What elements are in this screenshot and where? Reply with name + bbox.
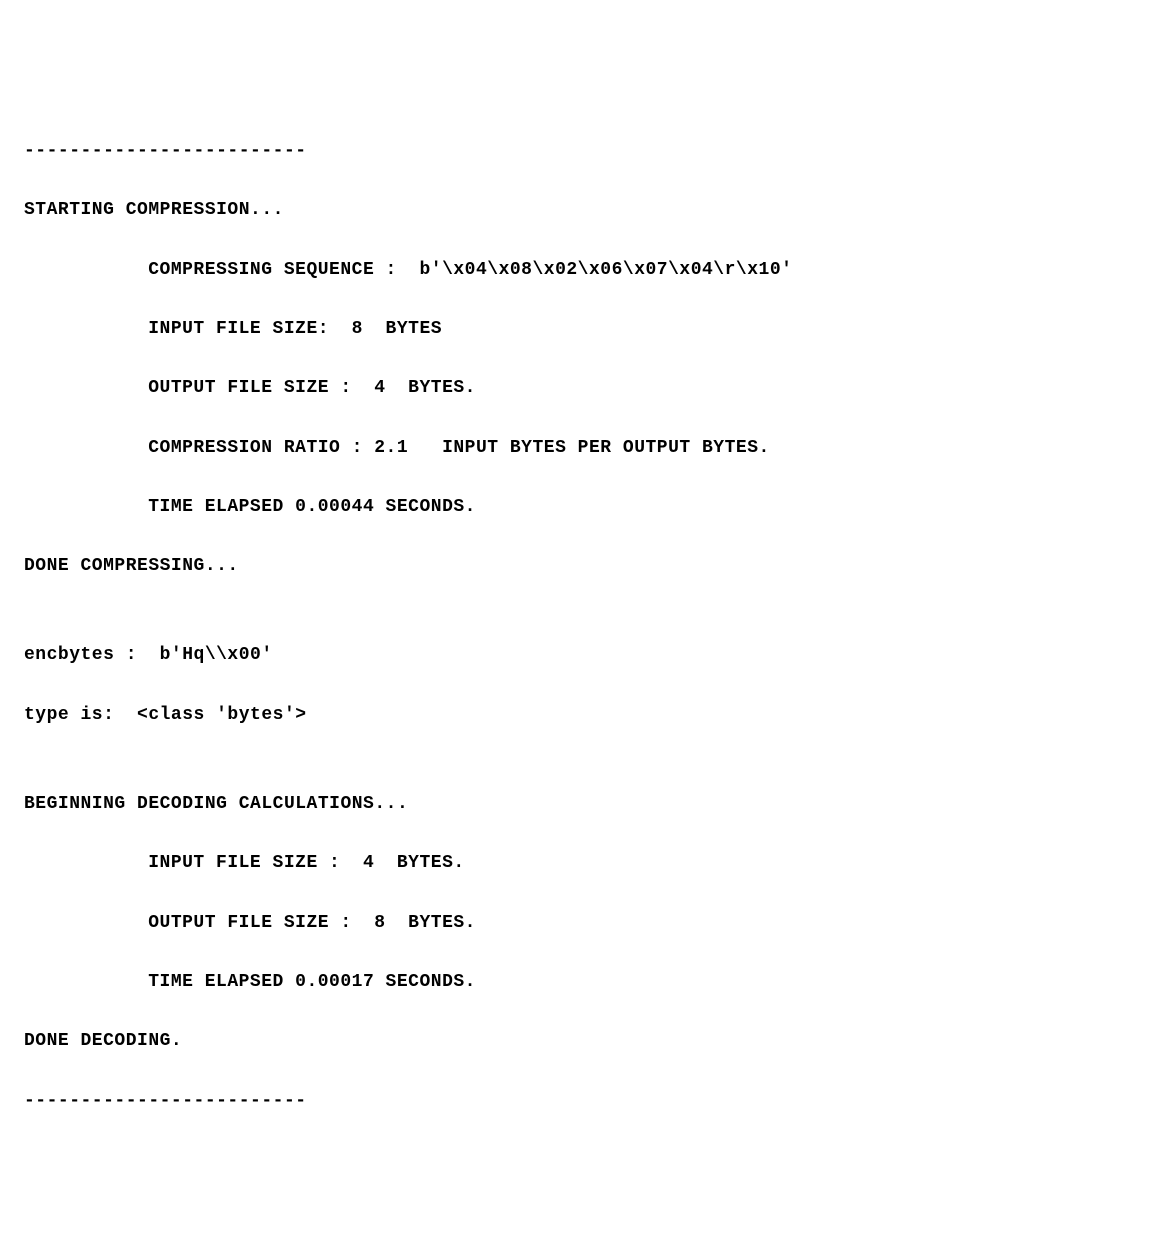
time-elapsed-decode: TIME ELAPSED 0.00017 SECONDS. — [24, 968, 1148, 998]
time-elapsed-compress: TIME ELAPSED 0.00044 SECONDS. — [24, 493, 1148, 523]
starting-compression: STARTING COMPRESSION... — [24, 196, 1148, 226]
output-file-size-decode: OUTPUT FILE SIZE : 8 BYTES. — [24, 909, 1148, 939]
beginning-decoding: BEGINNING DECODING CALCULATIONS... — [24, 790, 1148, 820]
encbytes-value: encbytes : b'Hq\\x00' — [24, 641, 1148, 671]
output-file-size-compress: OUTPUT FILE SIZE : 4 BYTES. — [24, 374, 1148, 404]
separator-top: ------------------------- — [24, 137, 1148, 167]
compressing-sequence: COMPRESSING SEQUENCE : b'\x04\x08\x02\x0… — [24, 256, 1148, 286]
separator-bottom: ------------------------- — [24, 1087, 1148, 1117]
compression-ratio: COMPRESSION RATIO : 2.1 INPUT BYTES PER … — [24, 434, 1148, 464]
done-compressing: DONE COMPRESSING... — [24, 552, 1148, 582]
done-decoding: DONE DECODING. — [24, 1027, 1148, 1057]
input-file-size-decode: INPUT FILE SIZE : 4 BYTES. — [24, 849, 1148, 879]
type-is-value: type is: <class 'bytes'> — [24, 701, 1148, 731]
input-file-size-compress: INPUT FILE SIZE: 8 BYTES — [24, 315, 1148, 345]
